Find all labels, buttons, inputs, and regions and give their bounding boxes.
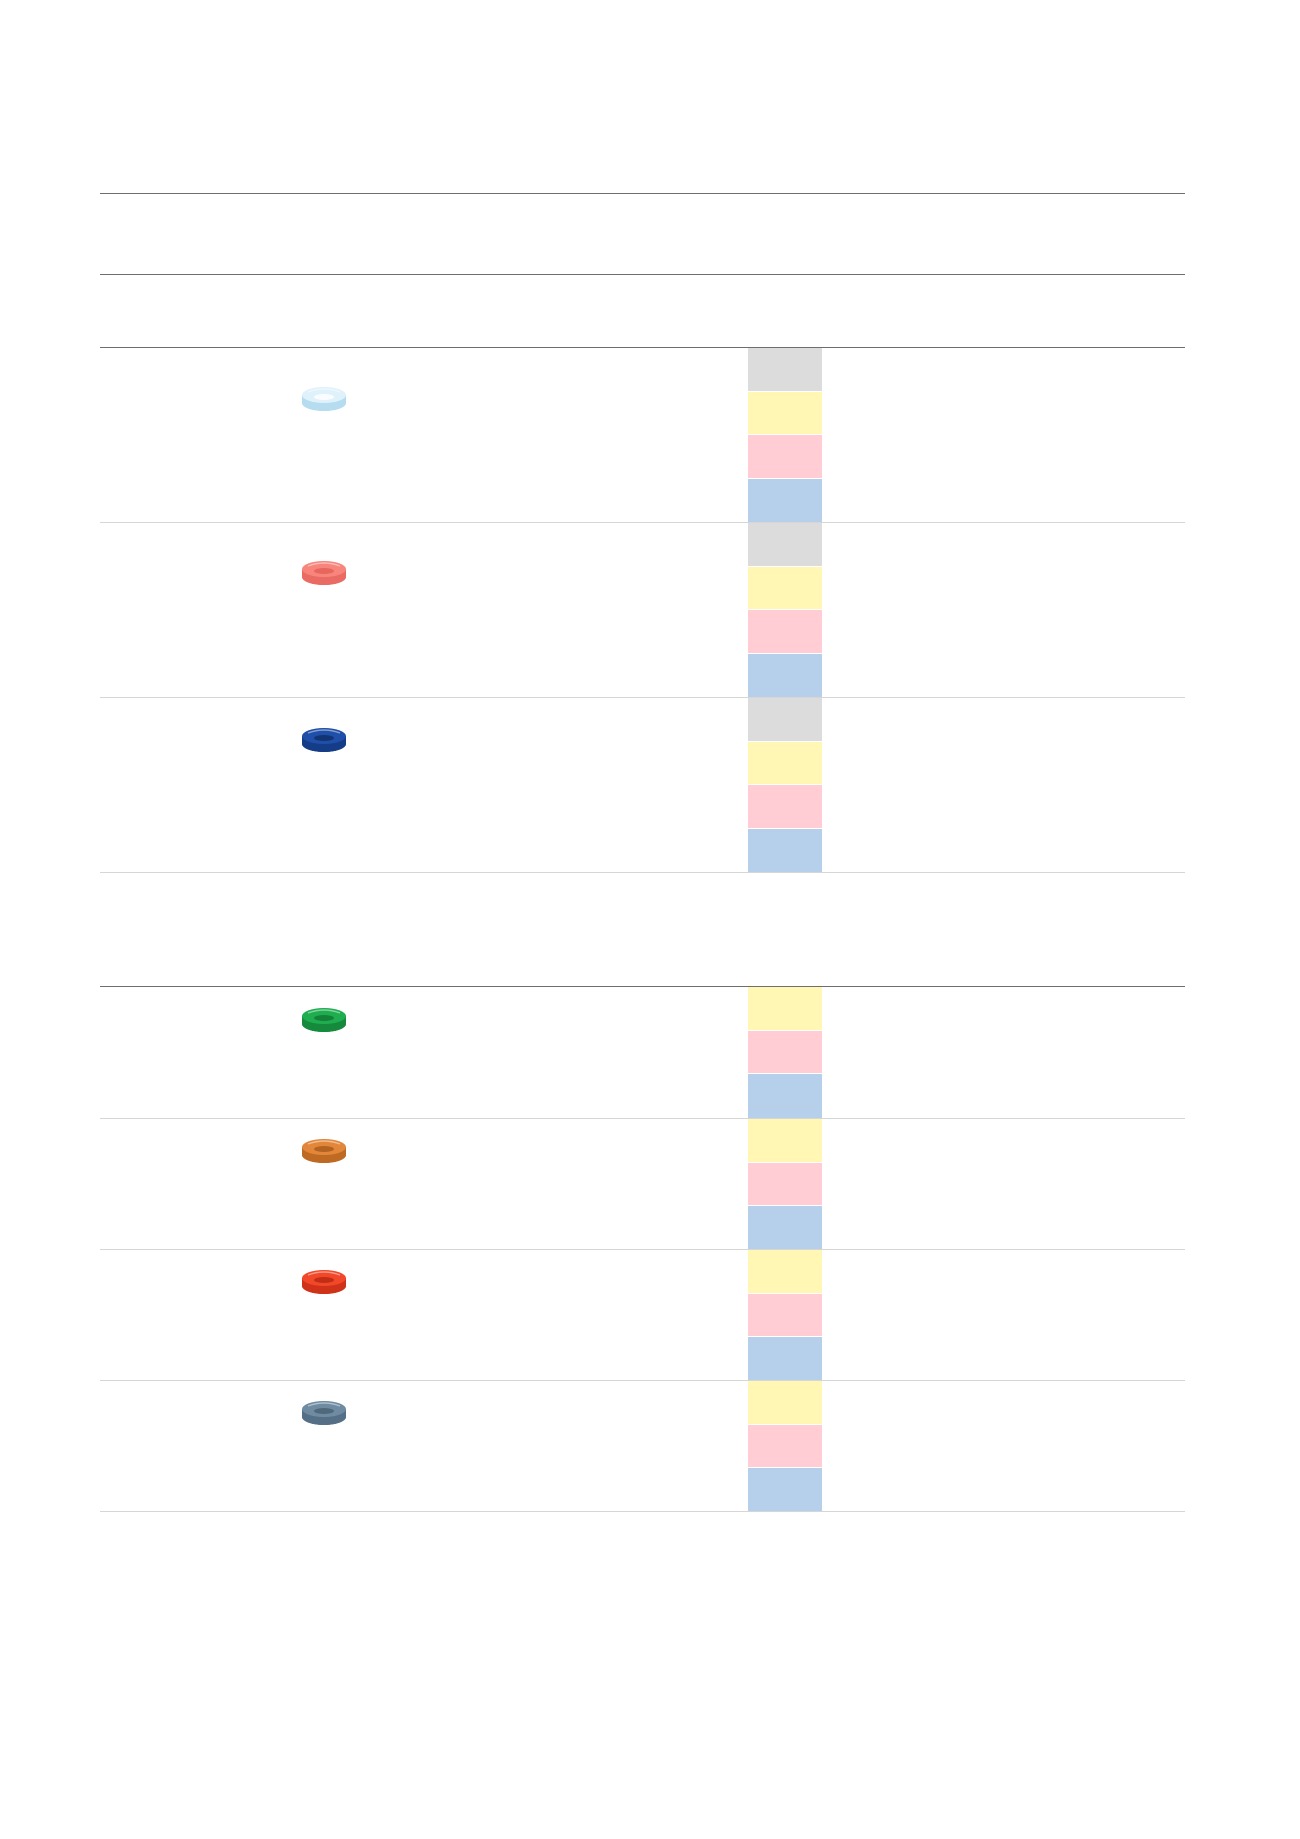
color-swatch — [748, 785, 822, 829]
color-swatch — [748, 653, 822, 697]
color-swatch — [748, 478, 822, 522]
clear-ring-icon — [300, 384, 348, 414]
color-swatch — [748, 1250, 822, 1294]
color-swatch-column — [748, 1381, 822, 1513]
blue-ring-icon — [300, 725, 348, 755]
grey-blue-ring-icon — [300, 1398, 348, 1428]
table-top-rule — [100, 193, 1185, 194]
color-swatch-column — [748, 698, 822, 872]
color-swatch — [748, 1424, 822, 1469]
color-swatch — [748, 1337, 822, 1382]
group-one-header-rule — [100, 347, 1185, 348]
color-swatch-column — [748, 1119, 822, 1251]
color-swatch — [748, 1293, 822, 1338]
color-swatch — [748, 348, 822, 392]
orange-ring-icon — [300, 1136, 348, 1166]
color-swatch — [748, 1206, 822, 1251]
color-swatch — [748, 435, 822, 479]
row-divider — [100, 1249, 1185, 1250]
color-swatch-column — [748, 348, 822, 522]
row-divider — [100, 522, 1185, 523]
color-swatch — [748, 610, 822, 654]
color-swatch — [748, 523, 822, 567]
header-divider-rule — [100, 274, 1185, 275]
color-swatch-column — [748, 987, 822, 1119]
color-swatch — [748, 828, 822, 872]
color-swatch — [748, 1074, 822, 1119]
table-bottom-rule — [100, 1511, 1185, 1512]
row-divider — [100, 697, 1185, 698]
color-swatch — [748, 566, 822, 610]
row-divider — [100, 1380, 1185, 1381]
color-swatch — [748, 1162, 822, 1207]
pink-ring-icon — [300, 558, 348, 588]
row-divider — [100, 1118, 1185, 1119]
color-swatch — [748, 1030, 822, 1075]
color-swatch — [748, 987, 822, 1031]
red-ring-icon — [300, 1267, 348, 1297]
color-swatch — [748, 1468, 822, 1513]
group-two-header-rule — [100, 986, 1185, 987]
color-swatch — [748, 698, 822, 742]
color-swatch — [748, 741, 822, 785]
color-swatch — [748, 1381, 822, 1425]
color-swatch — [748, 1119, 822, 1163]
color-swatch — [748, 391, 822, 435]
color-swatch-column — [748, 1250, 822, 1382]
color-swatch-column — [748, 523, 822, 697]
row-divider — [100, 872, 1185, 873]
green-ring-icon — [300, 1005, 348, 1035]
document-page — [0, 0, 1300, 1839]
